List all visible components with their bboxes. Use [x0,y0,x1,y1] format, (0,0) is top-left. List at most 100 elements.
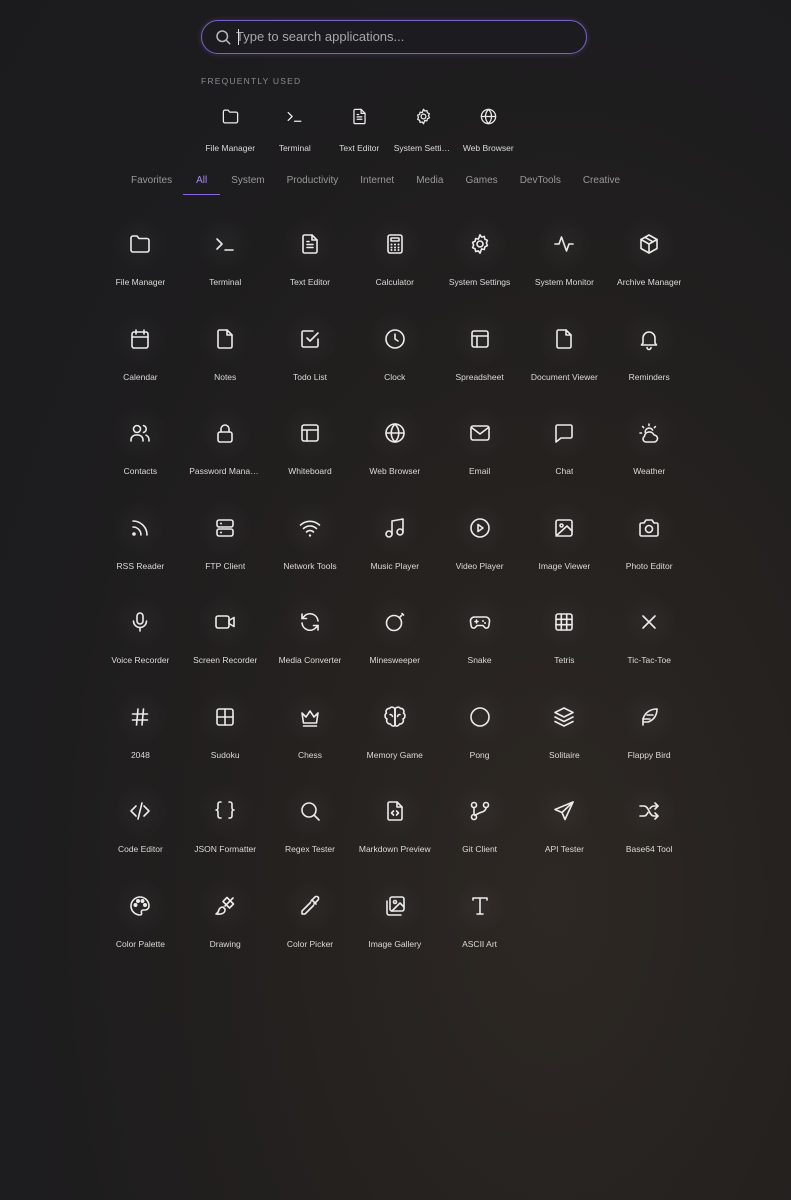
app-icon-box [538,596,591,648]
app-minesweeper[interactable]: Minesweeper [352,596,437,691]
app-ascii-art[interactable]: ASCII Art [437,879,522,975]
tab-creative[interactable]: Creative [572,172,631,194]
app-contacts[interactable]: Contacts [98,407,183,502]
app-solitaire[interactable]: Solitaire [522,690,607,786]
app-file-manager[interactable]: File Manager [98,218,183,313]
search-bar[interactable] [201,20,587,54]
app-api-tester[interactable]: API Tester [522,785,607,880]
app-clock[interactable]: Clock [352,312,437,408]
file-code-icon [386,801,403,821]
tab-favorites[interactable]: Favorites [120,172,183,194]
app-markdown-preview[interactable]: Markdown Preview [352,785,437,880]
app-label: Git Client [462,844,498,854]
app-system-settings[interactable]: System Settings [437,218,522,313]
app-rss-reader[interactable]: RSS Reader [98,501,183,597]
app-drawing[interactable]: Drawing [183,879,268,975]
tab-devtools[interactable]: DevTools [509,172,572,194]
tab-all[interactable]: All [183,172,221,195]
app-sudoku[interactable]: Sudoku [183,690,268,786]
app-weather[interactable]: Weather [607,407,692,502]
app-text-editor[interactable]: Text Editor [268,218,353,313]
bell-icon [640,330,658,350]
feather-icon [642,707,658,726]
tab-media[interactable]: Media [405,172,454,194]
app-network-tools[interactable]: Network Tools [268,501,353,597]
text-caret [238,29,239,45]
send-icon [554,801,575,821]
app-chess[interactable]: Chess [268,690,353,786]
app-json-formatter[interactable]: JSON Formatter [183,785,268,880]
app-password-manager[interactable]: Password Manager [183,407,268,502]
app-icon-box [453,407,506,459]
app-image-gallery[interactable]: Image Gallery [352,879,437,975]
tab-system[interactable]: System [220,172,275,194]
app-label: JSON Formatter [194,844,257,854]
app-archive-manager[interactable]: Archive Manager [607,218,692,313]
app-color-palette[interactable]: Color Palette [98,879,183,975]
app-terminal[interactable]: Terminal [183,218,268,313]
app-icon-box [453,785,506,837]
app-reminders[interactable]: Reminders [607,312,692,408]
app-code-editor[interactable]: Code Editor [98,785,183,880]
app-document-viewer[interactable]: Document Viewer [522,312,607,408]
frequent-app-text-editor[interactable]: Text Editor [327,94,392,153]
app-email[interactable]: Email [437,407,522,502]
app-tic-tac-toe[interactable]: Tic-Tac-Toe [607,596,692,691]
app-music-player[interactable]: Music Player [352,501,437,597]
crown-icon [301,709,319,727]
app-label: ASCII Art [462,938,498,949]
app-spreadsheet[interactable]: Spreadsheet [437,312,522,408]
users-icon [130,424,151,442]
app-notes[interactable]: Notes [183,312,268,408]
frequent-app-system-settings[interactable]: System Settings [392,94,457,153]
app-whiteboard[interactable]: Whiteboard [268,407,353,502]
app-calendar[interactable]: Calendar [98,312,183,408]
app-pong[interactable]: Pong [437,690,522,786]
app-grid: File Manager Terminal Text Editor Calculato… [98,218,692,974]
git-branch-icon [470,801,489,821]
app-regex-tester[interactable]: Regex Tester [268,785,353,880]
image-icon [555,518,574,537]
tab-internet[interactable]: Internet [349,172,405,194]
app-system-monitor[interactable]: System Monitor [522,218,607,313]
app-icon-box [199,785,252,837]
file-icon [556,328,573,349]
app-ftp-client[interactable]: FTP Client [183,501,268,597]
app-screen-recorder[interactable]: Screen Recorder [183,596,268,691]
app-label: Music Player [370,560,420,571]
app-color-picker[interactable]: Color Picker [268,879,353,975]
app-voice-recorder[interactable]: Voice Recorder [98,596,183,691]
app-label: Notes [214,371,237,382]
layers-icon [554,706,575,727]
app-label: System Settings [393,143,454,153]
app-icon-box [538,501,591,554]
app-snake[interactable]: Snake [437,596,522,691]
frequent-app-terminal[interactable]: Terminal [263,94,328,153]
app-base64-tool[interactable]: Base64 Tool [607,785,692,880]
app-flappy-bird[interactable]: Flappy Bird [607,690,692,786]
search-input[interactable] [236,21,566,52]
app-icon-box [623,596,676,648]
app-tetris[interactable]: Tetris [522,596,607,691]
app-web-browser[interactable]: Web Browser [352,407,437,502]
frequent-app-web-browser[interactable]: Web Browser [456,94,521,153]
package-icon [640,234,658,254]
app-memory-game[interactable]: Memory Game [352,690,437,786]
app-media-converter[interactable]: Media Converter [268,596,353,691]
app-calculator[interactable]: Calculator [352,218,437,313]
app-photo-editor[interactable]: Photo Editor [607,501,692,597]
app-icon-box [368,501,421,554]
app-image-viewer[interactable]: Image Viewer [522,501,607,597]
app-chat[interactable]: Chat [522,407,607,502]
app-icon-box [283,690,336,743]
app-todo-list[interactable]: Todo List [268,312,353,408]
app-git-client[interactable]: Git Client [437,785,522,880]
app-2048[interactable]: 2048 [98,690,183,786]
app-video-player[interactable]: Video Player [437,501,522,597]
app-label: Color Picker [286,938,334,949]
tab-games[interactable]: Games [454,172,508,194]
app-icon-box [453,218,506,270]
tab-productivity[interactable]: Productivity [276,172,350,194]
frequent-app-file-manager[interactable]: File Manager [198,94,263,153]
mail-icon [469,425,490,441]
